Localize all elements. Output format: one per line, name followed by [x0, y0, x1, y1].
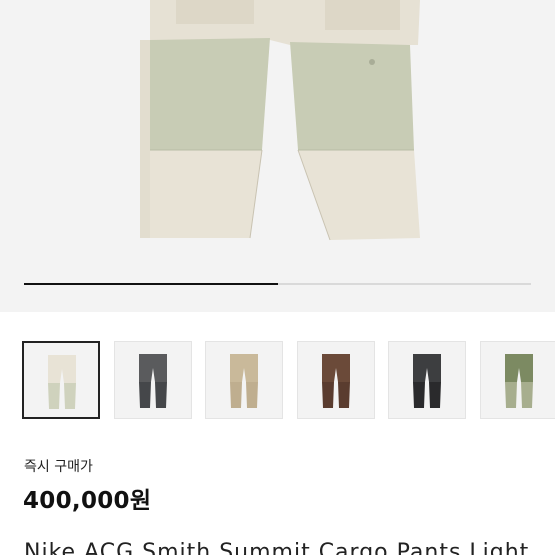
pants-product-image	[140, 0, 420, 241]
pants-thumbnail-image	[413, 354, 441, 408]
colorway-thumbnail-khaki[interactable]	[205, 341, 283, 419]
colorway-thumbnail-black-grey[interactable]	[388, 341, 466, 419]
carousel-progress-track	[24, 283, 531, 285]
product-image-carousel[interactable]	[0, 0, 555, 312]
colorway-thumbnail-grey-black[interactable]	[113, 341, 192, 419]
pants-thumbnail-image	[48, 355, 76, 409]
product-title: Nike ACG Smith Summit Cargo Pants Light	[24, 540, 530, 555]
colorway-thumbnail-brown[interactable]	[296, 341, 375, 419]
colorway-thumbnail-olive[interactable]	[479, 341, 555, 419]
colorway-thumbnail-light-bone[interactable]	[22, 341, 100, 419]
instant-buy-price-label: 즉시 구매가	[24, 459, 93, 475]
pants-thumbnail-image	[321, 354, 350, 408]
carousel-progress-fill	[24, 283, 278, 285]
pants-thumbnail-image	[504, 354, 533, 408]
pants-thumbnail-image	[230, 354, 258, 408]
colorway-thumbnail-list	[22, 341, 555, 421]
pants-thumbnail-image	[138, 354, 167, 408]
price-value: 400,000원	[23, 488, 152, 514]
product-page: 즉시 구매가 400,000원 Nike ACG Smith Summit Ca…	[0, 0, 555, 555]
